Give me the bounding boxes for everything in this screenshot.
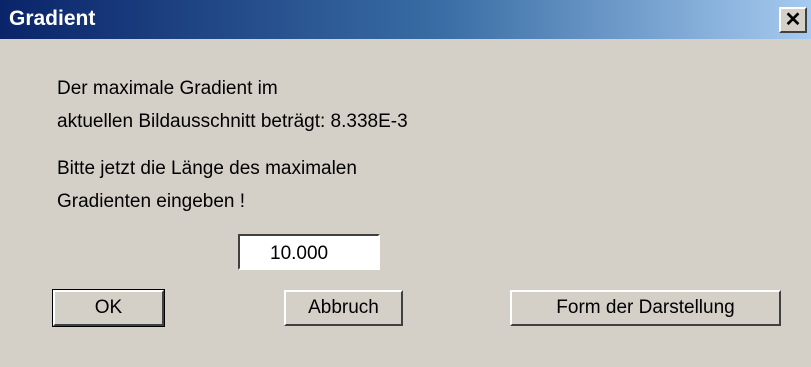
max-gradient-value-label: aktuellen Bildausschnitt beträgt: 8.338E… bbox=[57, 111, 408, 132]
ok-button[interactable]: OK bbox=[52, 289, 165, 327]
display-form-button[interactable]: Form der Darstellung bbox=[510, 290, 781, 326]
gradient-dialog: Gradient ✕ Der maximale Gradient im aktu… bbox=[0, 0, 811, 367]
gradient-length-input[interactable] bbox=[238, 234, 380, 270]
cancel-button[interactable]: Abbruch bbox=[284, 290, 403, 326]
window-title: Gradient bbox=[9, 7, 96, 30]
prompt-label-line1: Bitte jetzt die Länge des maximalen bbox=[57, 158, 357, 179]
prompt-label-line2: Gradienten eingeben ! bbox=[57, 191, 246, 212]
title-bar[interactable]: Gradient ✕ bbox=[0, 0, 811, 39]
close-icon: ✕ bbox=[784, 9, 802, 31]
close-button[interactable]: ✕ bbox=[779, 7, 807, 33]
max-gradient-label: Der maximale Gradient im bbox=[57, 78, 278, 99]
